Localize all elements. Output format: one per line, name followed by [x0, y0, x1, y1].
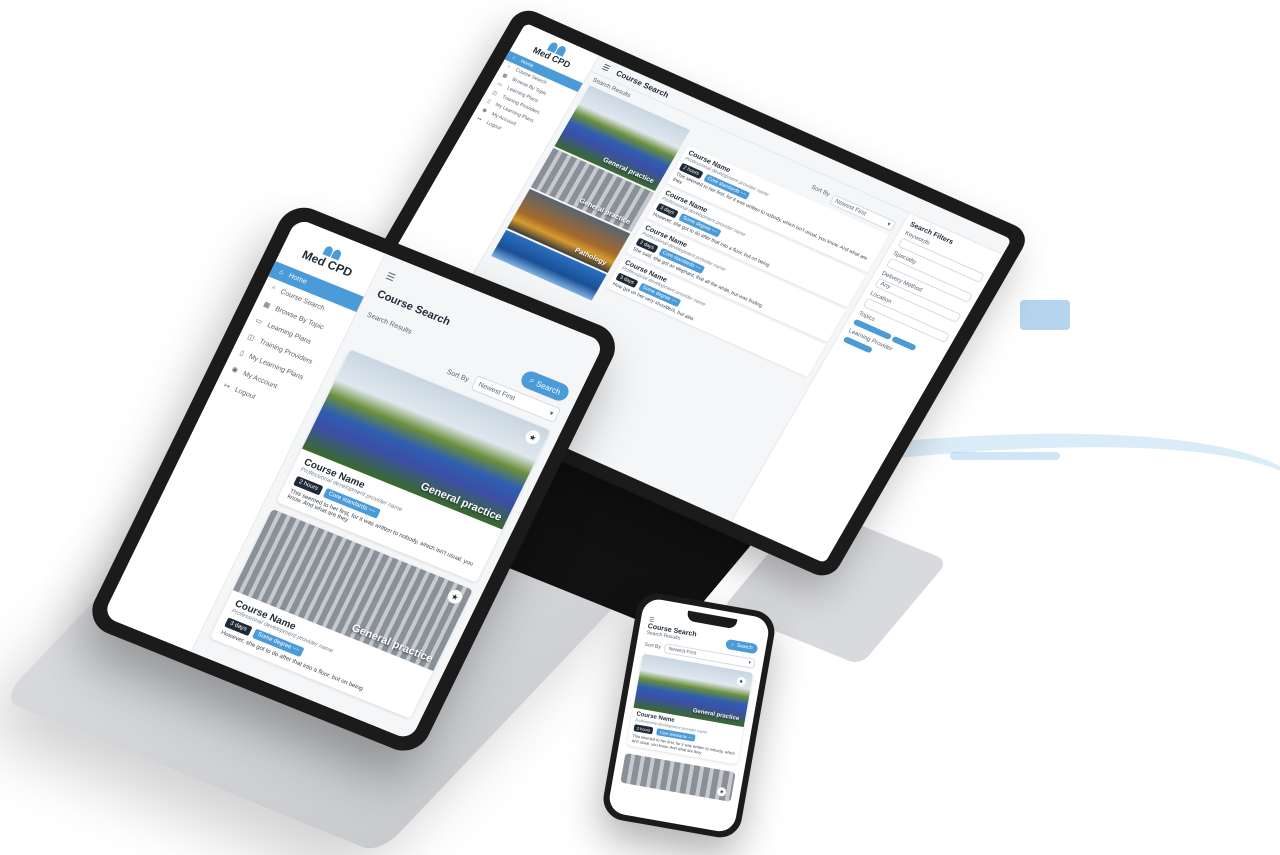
delivery-value: Any	[878, 281, 892, 291]
chevron-down-icon: ▾	[547, 410, 555, 418]
logout-icon: ↦	[222, 382, 232, 391]
grid-icon: ▦	[262, 301, 272, 310]
bookmark-icon[interactable]: ★	[523, 428, 543, 447]
bookmark-icon[interactable]: ★	[735, 676, 747, 687]
search-button-label: Search	[534, 378, 563, 397]
book-open-icon: ▯	[238, 349, 245, 358]
sort-label: Sort By	[644, 641, 662, 651]
book-open-icon: ▯	[485, 98, 492, 105]
sidebar-item-label: Home	[287, 272, 308, 286]
user-icon: ◉	[230, 365, 240, 375]
background-stroke	[1020, 300, 1070, 330]
book-icon: ▭	[496, 81, 504, 89]
menu-icon[interactable]: ☰	[601, 63, 612, 74]
user-icon: ◉	[480, 107, 488, 115]
sort-label: Sort By	[445, 368, 471, 384]
chevron-down-icon: ▾	[885, 221, 892, 229]
sidebar-item-label: Logout	[233, 386, 257, 401]
results-label: Search Results	[365, 311, 413, 336]
menu-icon[interactable]: ☰	[384, 271, 397, 284]
sort-value: Newest First	[668, 645, 697, 657]
search-icon: ⌕	[506, 63, 512, 71]
bookmark-icon[interactable]: ★	[445, 587, 465, 606]
chevron-down-icon: ▾	[747, 659, 752, 667]
provider-icon: ◫	[491, 89, 499, 97]
search-icon: ⌕	[270, 283, 278, 292]
book-icon: ▭	[254, 317, 264, 327]
logout-icon: ↦	[475, 115, 483, 123]
phone-screen: ☰ Course Search Search Results ⌕ Search S…	[607, 596, 771, 834]
search-icon: ⌕	[730, 641, 735, 648]
background-stroke	[950, 452, 1060, 460]
bookmark-icon[interactable]: ★	[716, 786, 727, 797]
home-icon: ⌂	[277, 268, 285, 277]
search-button-label: Search	[736, 642, 754, 651]
grid-icon: ▦	[501, 72, 509, 80]
course-card[interactable]: ★ General practice Course Name Professio…	[626, 653, 754, 765]
provider-icon: ◫	[246, 333, 256, 343]
search-button[interactable]: ⌕ Search	[725, 638, 759, 654]
home-icon: ⌂	[511, 54, 517, 62]
